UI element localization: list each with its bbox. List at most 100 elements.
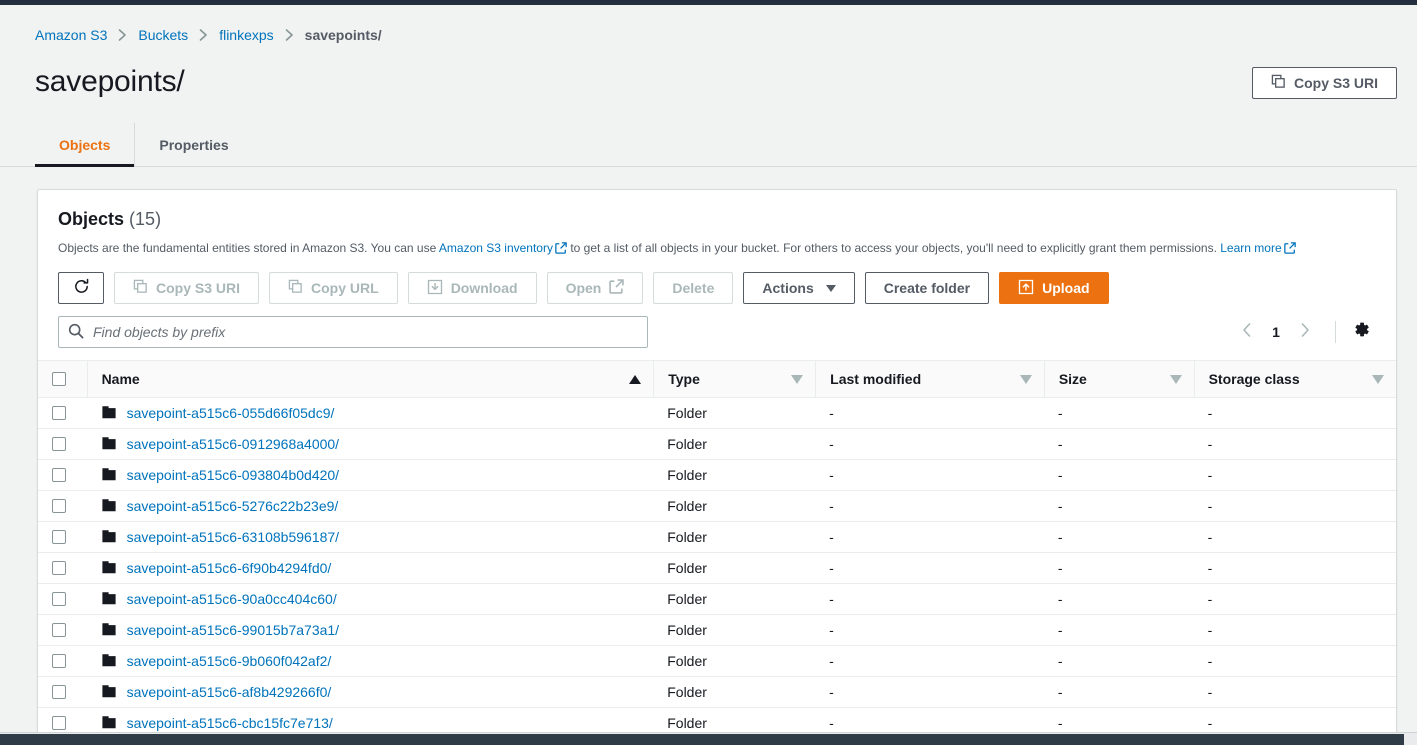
open-label: Open: [565, 280, 602, 296]
row-select-cell: [38, 583, 87, 615]
table-row[interactable]: savepoint-a515c6-99015b7a73a1/Folder - - -: [38, 614, 1396, 646]
row-name-cell: savepoint-a515c6-093804b0d420/: [86, 459, 654, 491]
row-storage-class-cell: -: [1193, 645, 1396, 677]
table-row[interactable]: savepoint-a515c6-055d66f05dc9/Folder - - -: [38, 397, 1396, 429]
column-header-last-modified[interactable]: Last modified: [815, 361, 1044, 398]
row-name-cell: savepoint-a515c6-90a0cc404c60/: [86, 583, 654, 615]
folder-icon: [101, 652, 117, 671]
pagination-next-button[interactable]: [1289, 316, 1321, 348]
table-row[interactable]: savepoint-a515c6-0912968a4000/Folder - - -: [38, 428, 1396, 460]
row-last-modified-cell: -: [815, 645, 1044, 677]
horizontal-scrollbar-thumb[interactable]: [0, 734, 1404, 745]
breadcrumb-item-buckets[interactable]: Buckets: [138, 27, 188, 43]
row-select-cell: [38, 397, 87, 429]
amazon-s3-inventory-link[interactable]: Amazon S3 inventory: [439, 241, 553, 255]
row-storage-class-cell: -: [1193, 397, 1396, 429]
folder-icon: [101, 497, 117, 516]
row-type-cell: Folder: [653, 614, 816, 646]
create-folder-button[interactable]: Create folder: [864, 272, 990, 304]
column-header-storage-class[interactable]: Storage class: [1193, 361, 1396, 398]
search-box: [58, 316, 648, 348]
row-checkbox[interactable]: [52, 654, 66, 668]
table-row[interactable]: savepoint-a515c6-90a0cc404c60/Folder - - -: [38, 583, 1396, 615]
table-header-row: Name Type Last modified Size Storage cla…: [38, 361, 1396, 398]
table-row[interactable]: savepoint-a515c6-5276c22b23e9/Folder - - -: [38, 490, 1396, 522]
download-label: Download: [450, 280, 518, 296]
external-link-icon: [555, 242, 567, 258]
copy-s3-uri-button[interactable]: Copy S3 URI: [1251, 67, 1397, 99]
column-header-type[interactable]: Type: [653, 361, 816, 398]
breadcrumb-separator-icon: [118, 29, 127, 41]
row-checkbox[interactable]: [52, 623, 66, 637]
column-header-name[interactable]: Name: [86, 361, 654, 398]
description-text-part2: to get a list of all objects in your buc…: [566, 241, 1221, 255]
object-name-link[interactable]: savepoint-a515c6-055d66f05dc9/: [127, 405, 335, 421]
row-checkbox[interactable]: [52, 716, 66, 730]
refresh-button[interactable]: [58, 272, 104, 304]
row-checkbox[interactable]: [52, 561, 66, 575]
breadcrumb-item-flinkexps[interactable]: flinkexps: [219, 27, 273, 43]
delete-label: Delete: [672, 280, 715, 296]
object-name-link[interactable]: savepoint-a515c6-af8b429266f0/: [127, 684, 332, 700]
object-name-link[interactable]: savepoint-a515c6-093804b0d420/: [127, 467, 340, 483]
column-header-name-label: Name: [101, 371, 140, 387]
folder-icon: [101, 683, 117, 702]
table-row[interactable]: savepoint-a515c6-093804b0d420/Folder - - -: [38, 459, 1396, 491]
row-checkbox[interactable]: [52, 592, 66, 606]
tab-objects[interactable]: Objects: [35, 123, 136, 167]
tab-properties[interactable]: Properties: [135, 123, 252, 166]
copy-s3-uri-toolbar-button[interactable]: Copy S3 URI: [114, 272, 260, 304]
row-type-cell: Folder: [653, 521, 816, 553]
row-storage-class-cell: -: [1193, 428, 1396, 460]
delete-button[interactable]: Delete: [653, 272, 734, 304]
row-checkbox[interactable]: [52, 468, 66, 482]
copy-url-button[interactable]: Copy URL: [269, 272, 398, 304]
horizontal-scrollbar[interactable]: [0, 732, 1417, 745]
object-name-link[interactable]: savepoint-a515c6-0912968a4000/: [127, 436, 340, 452]
row-checkbox[interactable]: [52, 406, 66, 420]
column-header-last-modified-label: Last modified: [830, 371, 922, 387]
object-name-link[interactable]: savepoint-a515c6-99015b7a73a1/: [127, 622, 340, 638]
download-button[interactable]: Download: [407, 272, 537, 304]
pagination-previous-button[interactable]: [1231, 316, 1263, 348]
object-name-link[interactable]: savepoint-a515c6-9b060f042af2/: [127, 653, 332, 669]
row-last-modified-cell: -: [815, 583, 1044, 615]
row-select-cell: [38, 490, 87, 522]
table-settings-button[interactable]: [1346, 317, 1376, 347]
open-button[interactable]: Open: [546, 272, 644, 304]
row-checkbox[interactable]: [52, 685, 66, 699]
search-input[interactable]: [58, 316, 648, 348]
upload-button[interactable]: Upload: [999, 272, 1109, 304]
table-row[interactable]: savepoint-a515c6-9b060f042af2/Folder - - -: [38, 645, 1396, 677]
chevron-down-icon: [825, 284, 836, 292]
breadcrumb-item-amazon-s3[interactable]: Amazon S3: [35, 27, 107, 43]
table-row[interactable]: savepoint-a515c6-6f90b4294fd0/Folder - - -: [38, 552, 1396, 584]
row-checkbox[interactable]: [52, 530, 66, 544]
pagination-page-1[interactable]: 1: [1263, 324, 1289, 340]
objects-table: Name Type Last modified Size Storage cla…: [38, 361, 1396, 739]
object-name-link[interactable]: savepoint-a515c6-63108b596187/: [127, 529, 340, 545]
pagination-divider: [1335, 321, 1336, 343]
learn-more-link[interactable]: Learn more: [1220, 241, 1281, 255]
actions-dropdown-button[interactable]: Actions: [743, 272, 855, 304]
object-name-link[interactable]: savepoint-a515c6-90a0cc404c60/: [127, 591, 337, 607]
select-all-checkbox[interactable]: [52, 372, 66, 386]
row-storage-class-cell: -: [1193, 583, 1396, 615]
table-row[interactable]: savepoint-a515c6-af8b429266f0/Folder - - -: [38, 676, 1396, 708]
object-name-link[interactable]: savepoint-a515c6-6f90b4294fd0/: [127, 560, 332, 576]
folder-icon: [101, 590, 117, 609]
row-type-cell: Folder: [653, 397, 816, 429]
row-name-cell: savepoint-a515c6-af8b429266f0/: [86, 676, 654, 708]
chevron-right-icon: [1300, 322, 1310, 342]
folder-icon: [101, 466, 117, 485]
table-row[interactable]: savepoint-a515c6-63108b596187/Folder - - -: [38, 521, 1396, 553]
row-type-cell: Folder: [653, 459, 816, 491]
object-name-link[interactable]: savepoint-a515c6-cbc15fc7e713/: [127, 715, 333, 731]
object-name-link[interactable]: savepoint-a515c6-5276c22b23e9/: [127, 498, 339, 514]
page-title: savepoints/: [35, 65, 185, 98]
row-checkbox[interactable]: [52, 437, 66, 451]
column-header-size[interactable]: Size: [1043, 361, 1194, 398]
row-checkbox[interactable]: [52, 499, 66, 513]
copy-icon: [288, 279, 303, 297]
objects-panel-header: Objects (15) Objects are the fundamental…: [38, 190, 1396, 258]
